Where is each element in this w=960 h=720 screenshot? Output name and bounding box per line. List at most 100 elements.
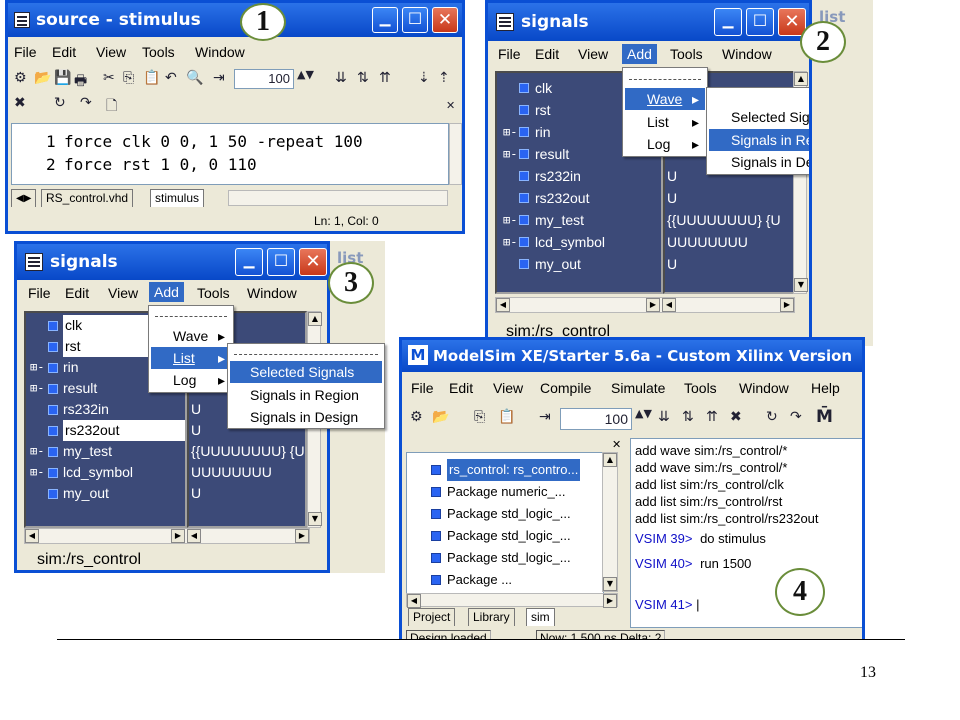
menu-item-wave[interactable]: Wave ▸ <box>625 88 705 110</box>
source-vscroll[interactable] <box>449 123 462 185</box>
compile-icon[interactable]: ⚙ <box>410 409 423 425</box>
tab-sim[interactable]: sim <box>526 608 555 626</box>
menu-file[interactable]: File <box>14 44 37 60</box>
maximize-icon[interactable]: ☐ <box>267 248 295 276</box>
submenu-signals-in-design[interactable]: Signals in Design <box>230 406 382 428</box>
expand-icon[interactable]: ⊞- <box>503 209 517 231</box>
tree-item[interactable]: Package std_logic_... <box>407 547 603 569</box>
break-icon-2[interactable]: ⇡ <box>438 70 450 86</box>
copy-icon[interactable]: ⎘ <box>474 409 485 425</box>
close-icon[interactable]: ✕ <box>432 7 458 33</box>
tree-item[interactable]: Package numeric_... <box>407 481 603 503</box>
cut-icon[interactable]: ✂ <box>103 70 115 86</box>
signal-row[interactable]: rs232out <box>26 420 185 441</box>
scroll-right-icon[interactable]: ▶ <box>646 298 660 312</box>
scroll-right-icon[interactable]: ▶ <box>295 529 309 543</box>
submenu-selected-signals[interactable]: Selected Signals <box>230 361 382 383</box>
page-icon[interactable]: 🗋 <box>106 95 117 119</box>
spinner-icon[interactable]: ▲▼ <box>297 68 314 81</box>
paste-icon[interactable]: 📋 <box>498 409 515 425</box>
scroll-right-icon[interactable]: ▶ <box>171 529 185 543</box>
menu-window[interactable]: Window <box>739 380 789 396</box>
menu-window[interactable]: Window <box>247 285 297 301</box>
submenu-signals-in-region[interactable]: Signals in Region <box>230 384 382 406</box>
signal-row[interactable]: rs232out <box>497 187 661 209</box>
tab-stimulus[interactable]: stimulus <box>150 189 205 207</box>
scroll-down-icon[interactable]: ▼ <box>603 577 617 591</box>
menu-add[interactable]: Add <box>149 282 184 302</box>
tab-rs-control[interactable]: RS_control.vhd <box>41 189 134 207</box>
prompt-line[interactable]: VSIM 41> | <box>635 597 699 612</box>
signals-titlebar[interactable]: signals ▁ ☐ ✕ <box>488 3 809 41</box>
scroll-down-icon[interactable]: ▼ <box>794 278 808 292</box>
menu-tools[interactable]: Tools <box>197 285 230 301</box>
expand-icon[interactable]: ⊞- <box>503 231 517 253</box>
tree-item[interactable]: Package std_logic_... <box>407 525 603 547</box>
scroll-right-icon[interactable]: ▶ <box>780 298 794 312</box>
modelsim-titlebar[interactable]: M ModelSim XE/Starter 5.6a - Custom Xili… <box>402 340 862 372</box>
spinner-icon[interactable]: ▲▼ <box>635 407 652 420</box>
step-over-icon[interactable]: ⇅ <box>682 409 694 425</box>
menu-window[interactable]: Window <box>722 46 772 62</box>
break-icon[interactable]: ⇣ <box>418 70 430 86</box>
menu-file[interactable]: File <box>411 380 434 396</box>
signal-row[interactable]: rs232in <box>26 399 185 420</box>
submenu-signals-in-design[interactable]: Signals in Design <box>709 151 809 173</box>
signals-titlebar[interactable]: signals ▁ ☐ ✕ <box>17 244 327 280</box>
menu-file[interactable]: File <box>28 285 51 301</box>
design-tree[interactable]: rs_control: rs_contro... Package numeric_… <box>406 452 604 594</box>
menu-help[interactable]: Help <box>811 380 840 396</box>
menu-item-list[interactable]: List ▸ <box>625 111 705 133</box>
signals-hscroll[interactable]: ◀ ▶ ◀ ▶ <box>24 528 310 544</box>
close-pane-icon[interactable]: ✕ <box>612 438 621 451</box>
menu-window[interactable]: Window <box>195 44 245 60</box>
zoom-field[interactable]: 100 <box>560 408 632 430</box>
tab-scroll-left-icon[interactable]: ◀▶ <box>11 189 37 207</box>
tree-item[interactable]: Package std_logic_... <box>407 503 603 525</box>
expand-icon[interactable]: ⊞- <box>30 378 44 399</box>
run-length-icon[interactable]: ⇥ <box>213 70 225 86</box>
signal-row[interactable]: my_out <box>497 253 661 275</box>
menu-item-log[interactable]: Log ▸ <box>151 369 231 391</box>
compile-icon[interactable]: ⚙ <box>14 70 27 86</box>
expand-icon[interactable]: ⊞- <box>503 121 517 143</box>
scroll-left-icon[interactable]: ◀ <box>496 298 510 312</box>
restart-icon[interactable]: ↻ <box>766 409 778 425</box>
step-out-icon[interactable]: ⇈ <box>379 70 391 86</box>
scroll-up-icon[interactable]: ▲ <box>603 453 617 467</box>
expand-icon[interactable]: ⊞- <box>30 441 44 462</box>
run-length-icon[interactable]: ⇥ <box>539 409 551 425</box>
menu-tools[interactable]: Tools <box>670 46 703 62</box>
maximize-icon[interactable]: ☐ <box>746 8 774 36</box>
menu-simulate[interactable]: Simulate <box>611 380 665 396</box>
tree-vscroll[interactable]: ▲ ▼ <box>602 452 618 592</box>
scroll-left-icon[interactable]: ◀ <box>187 529 201 543</box>
menu-add[interactable]: Add <box>622 44 657 64</box>
find-icon[interactable]: 🔍 <box>186 70 203 86</box>
menu-item-log[interactable]: Log ▸ <box>625 133 705 155</box>
restart-icon[interactable]: ↻ <box>54 95 66 111</box>
open-icon[interactable]: 📂 <box>34 70 51 86</box>
signal-row[interactable]: my_out <box>26 483 185 504</box>
undo-icon[interactable]: ↶ <box>165 70 177 86</box>
minimize-icon[interactable]: ▁ <box>372 7 398 33</box>
minimize-icon[interactable]: ▁ <box>235 248 263 276</box>
transcript-pane[interactable]: add wave sim:/rs_control/* add wave sim:/… <box>630 438 862 628</box>
minimize-icon[interactable]: ▁ <box>714 8 742 36</box>
stop-icon[interactable]: ✖ <box>14 95 26 111</box>
modelsim-m-icon[interactable]: M̄ <box>816 407 833 427</box>
signal-row[interactable]: ⊞- my_test <box>497 209 661 231</box>
menu-edit[interactable]: Edit <box>52 44 76 60</box>
menu-edit[interactable]: Edit <box>65 285 89 301</box>
source-hscroll[interactable] <box>228 190 448 206</box>
menu-tools[interactable]: Tools <box>684 380 717 396</box>
step-out-icon[interactable]: ⇈ <box>706 409 718 425</box>
submenu-signals-in-region[interactable]: Signals in Region <box>709 129 809 151</box>
menu-view[interactable]: View <box>578 46 608 62</box>
break-icon[interactable]: ✖ <box>730 409 742 425</box>
tree-hscroll[interactable]: ◀ ▶ <box>406 593 618 608</box>
menu-item-wave[interactable]: Wave ▸ <box>151 325 231 347</box>
save-icon[interactable]: 💾 <box>54 70 71 86</box>
source-titlebar[interactable]: source - stimulus ▁ ☐ ✕ <box>8 3 462 37</box>
copy-icon[interactable]: ⎘ <box>123 70 134 86</box>
